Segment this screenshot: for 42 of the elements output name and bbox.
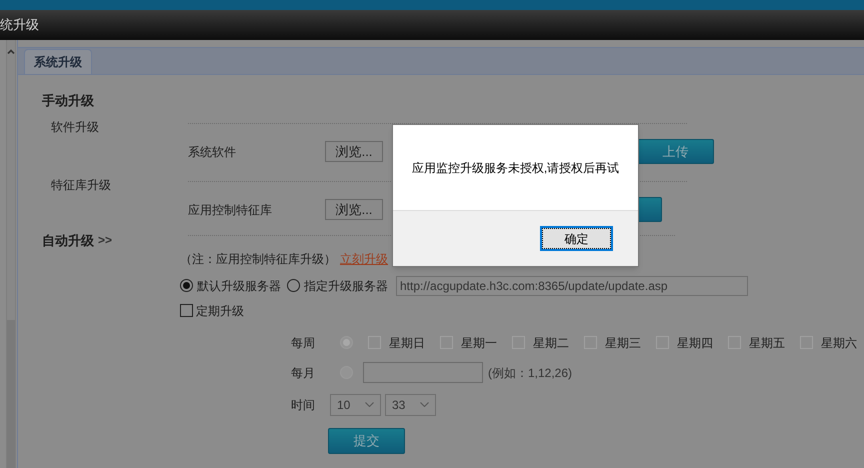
- radio-label: 默认升级服务器: [197, 278, 281, 294]
- submit-button[interactable]: 提交: [328, 428, 405, 454]
- field-label: 系统软件: [188, 144, 237, 160]
- note-text: （注：应用控制特征库升级）: [180, 250, 336, 268]
- field-label: 时间: [291, 396, 316, 414]
- radio-button[interactable]: [287, 279, 300, 292]
- field-label: 每周: [291, 334, 316, 352]
- radio-button[interactable]: [180, 279, 193, 292]
- browse-button[interactable]: 浏览...: [325, 141, 383, 162]
- radio-label: 指定升级服务器: [304, 278, 388, 294]
- hint-text: (例如：1,12,26): [488, 364, 572, 382]
- dialog-message: 应用监控升级服务未授权,请授权后再试: [412, 160, 620, 176]
- upgrade-now-link[interactable]: 立刻升级: [340, 250, 388, 268]
- field-label: 应用控制特征库: [188, 202, 273, 218]
- checkbox-label: 星期一: [461, 334, 497, 352]
- checkbox-label: 星期二: [533, 334, 569, 352]
- expand-toggle[interactable]: >>: [98, 231, 112, 250]
- chevron-down-icon: [365, 402, 374, 407]
- checkbox-label: 定期升级: [196, 302, 244, 320]
- chevron-down-icon: [420, 402, 429, 407]
- hour-select[interactable]: 10: [330, 394, 381, 416]
- browse-button[interactable]: 浏览...: [325, 199, 383, 220]
- checkbox[interactable]: [180, 304, 193, 317]
- day-of-month-field[interactable]: [363, 362, 483, 383]
- section-heading: 自动升级: [42, 232, 94, 250]
- window-title: 统升级: [0, 16, 39, 34]
- checkbox-label: 星期六: [821, 334, 857, 352]
- field-label: 每月: [291, 364, 316, 382]
- subsection-title: 软件升级: [51, 120, 99, 134]
- scrollbar[interactable]: [6, 40, 16, 468]
- server-url-field[interactable]: http://acgupdate.h3c.com:8365/update/update.asp: [396, 276, 748, 296]
- checkbox-label: 星期五: [749, 334, 785, 352]
- checkbox-label: 星期三: [605, 334, 641, 352]
- ok-button[interactable]: 确定: [540, 226, 613, 251]
- scroll-up-icon[interactable]: [7, 49, 15, 54]
- subsection-title: 特征库升级: [51, 178, 111, 192]
- minute-select[interactable]: 33: [385, 394, 436, 416]
- checkbox-label: 星期日: [389, 334, 425, 352]
- tab[interactable]: 系统升级: [24, 49, 92, 74]
- checkbox-label: 星期四: [677, 334, 713, 352]
- section-heading: 手动升级: [42, 93, 94, 108]
- upload-button[interactable]: 上传: [637, 139, 714, 164]
